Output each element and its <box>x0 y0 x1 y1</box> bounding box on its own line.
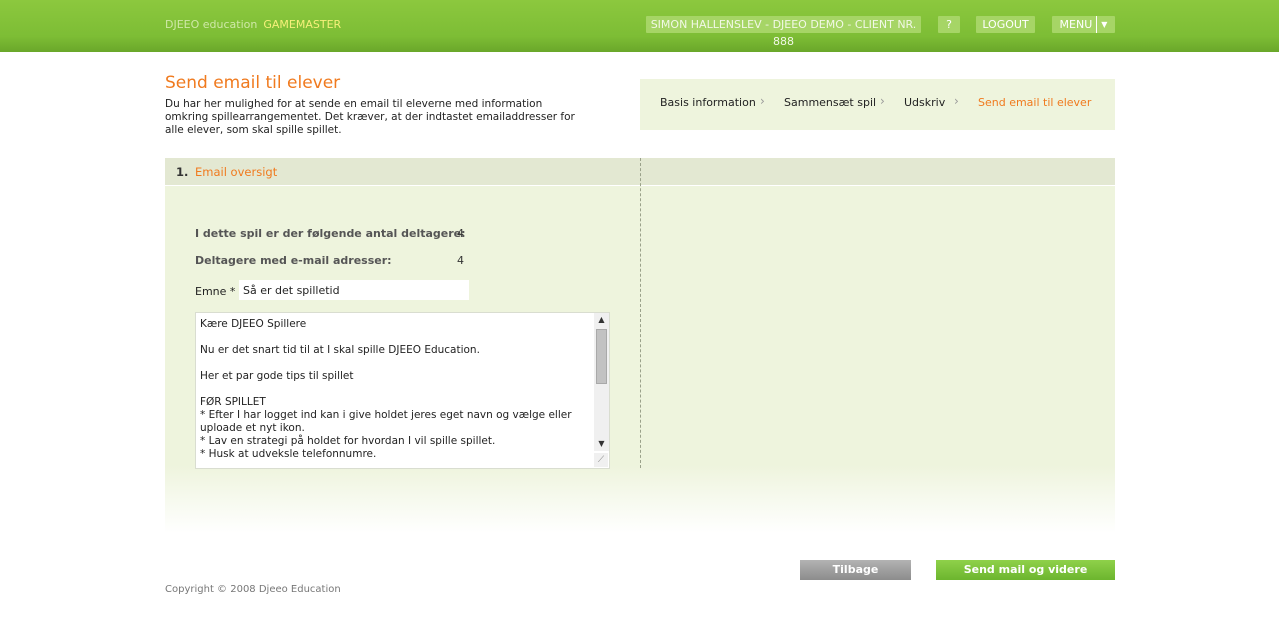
participants-value: 4 <box>457 227 464 240</box>
copyright: Copyright © 2008 Djeeo Education <box>165 584 341 595</box>
page-title: Send email til elever <box>165 73 341 93</box>
section-number: 1. <box>176 165 189 179</box>
subject-input[interactable] <box>239 280 469 300</box>
participants-label: I dette spil er der følgende antal delta… <box>195 227 466 240</box>
page-intro: Du har her mulighed for at sende en emai… <box>165 98 575 136</box>
column-divider <box>640 158 641 468</box>
brand-highlight: GAMEMASTER <box>263 18 342 31</box>
back-button[interactable]: Tilbage <box>800 560 911 580</box>
email-body-text[interactable]: Kære DJEEO Spillere Nu er det snart tid … <box>200 318 590 461</box>
breadcrumb-item-send-email: Send email til elever <box>978 96 1092 109</box>
email-body-scrollbar[interactable]: ▲ ▼ <box>594 313 609 451</box>
help-button[interactable]: ? <box>938 16 960 33</box>
breadcrumb-item-udskriv[interactable]: Udskriv <box>904 96 945 109</box>
scroll-up-icon[interactable]: ▲ <box>594 313 609 327</box>
chevron-right-icon: › <box>954 94 959 108</box>
scroll-thumb[interactable] <box>596 329 607 384</box>
top-bar: DJEEO education GAMEMASTER SIMON HALLENSL… <box>0 0 1279 52</box>
brand-name: DJEEO education <box>165 18 258 31</box>
email-participants-label: Deltagere med e-mail adresser: <box>195 254 392 267</box>
chevron-right-icon: › <box>880 94 885 108</box>
email-overview-section: 1. Email oversigt I dette spil er der fø… <box>165 158 1115 533</box>
chevron-right-icon: › <box>760 94 765 108</box>
section-title: Email oversigt <box>195 165 278 179</box>
user-info: SIMON HALLENSLEV - DJEEO DEMO - CLIENT N… <box>646 16 921 48</box>
subject-label: Emne * <box>195 285 236 298</box>
breadcrumb: Basis information › Sammensæt spil › Uds… <box>640 79 1115 130</box>
email-participants-value: 4 <box>457 254 464 267</box>
menu-label: MENU <box>1059 18 1093 31</box>
breadcrumb-item-basis[interactable]: Basis information <box>660 96 756 109</box>
brand: DJEEO education GAMEMASTER <box>165 18 341 31</box>
resize-handle-icon[interactable]: ⟋ <box>594 453 608 467</box>
breadcrumb-item-sammensaet[interactable]: Sammensæt spil <box>784 96 876 109</box>
menu-button[interactable]: MENU ▼ <box>1052 16 1115 33</box>
email-body-textarea[interactable]: Kære DJEEO Spillere Nu er det snart tid … <box>195 312 610 469</box>
scroll-down-icon[interactable]: ▼ <box>594 437 609 451</box>
logout-button[interactable]: LOGOUT <box>976 16 1035 33</box>
caret-down-icon: ▼ <box>1096 16 1107 33</box>
send-mail-button[interactable]: Send mail og videre <box>936 560 1115 580</box>
